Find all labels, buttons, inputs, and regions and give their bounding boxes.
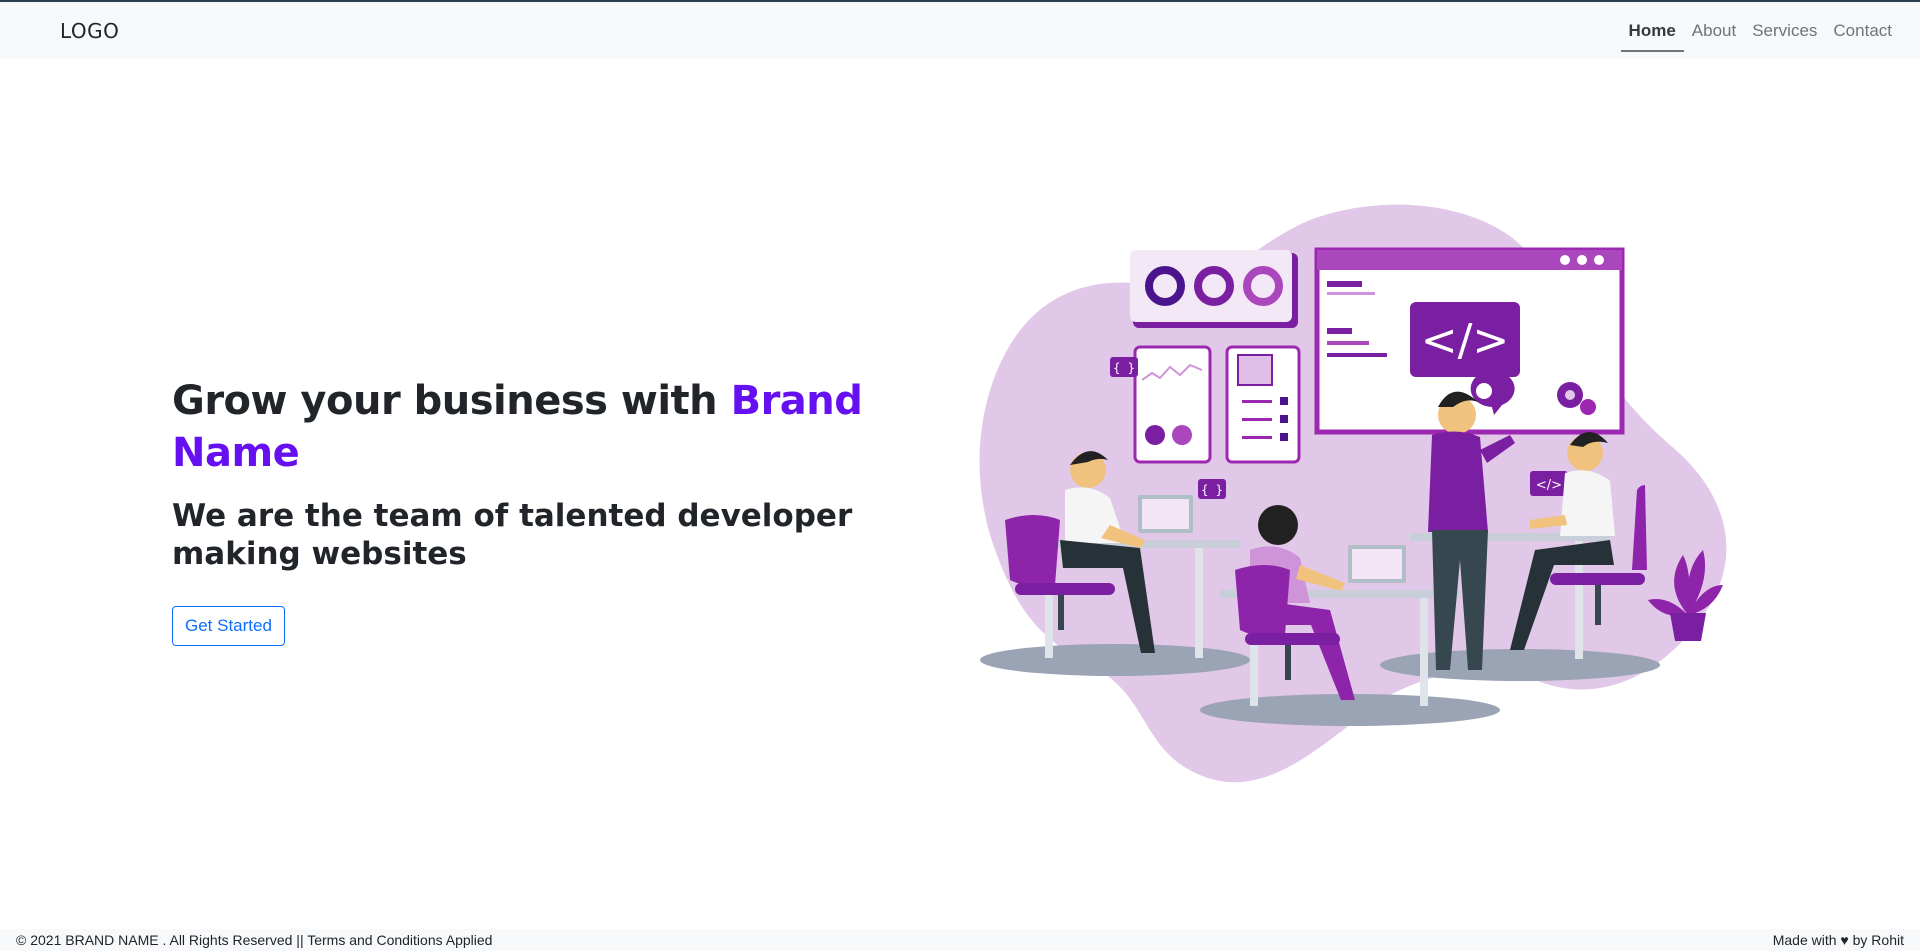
hero-title-prefix: Grow your business with: [172, 378, 731, 424]
person-middle-head: [1258, 505, 1298, 545]
svg-text:</>: </>: [1421, 315, 1510, 366]
svg-text:{ }: { }: [1113, 361, 1135, 375]
get-started-button[interactable]: Get Started: [172, 606, 285, 646]
footer: © 2021 BRAND NAME . All Rights Reserved …: [0, 929, 1920, 951]
logo[interactable]: LOGO: [60, 19, 119, 43]
nav-link-contact[interactable]: Contact: [1825, 2, 1900, 59]
hero-title: Grow your business with Brand Name: [172, 375, 912, 479]
hero-subtitle: We are the team of talented developer ma…: [172, 498, 853, 572]
floor-shadow-left: [980, 644, 1250, 676]
plant-pot: [1670, 613, 1706, 641]
navbar: LOGO Home About Services Contact: [0, 2, 1920, 59]
hero-section: Grow your business with Brand Name We ar…: [172, 375, 912, 646]
svg-text:{ }: { }: [1201, 483, 1223, 497]
nav-menu: Home About Services Contact: [1620, 2, 1900, 59]
analytics-card: [1133, 345, 1212, 464]
chair-left: [1005, 515, 1060, 587]
team-illustration: { } { } </> </>: [979, 204, 1727, 783]
footer-credit: Made with ♥ by Rohit: [1772, 932, 1904, 948]
chair-middle: [1235, 565, 1290, 637]
nav-link-about[interactable]: About: [1684, 2, 1744, 59]
nav-link-home[interactable]: Home: [1620, 2, 1685, 59]
footer-copyright: © 2021 BRAND NAME . All Rights Reserved …: [16, 932, 493, 948]
svg-text:</>: </>: [1536, 478, 1562, 493]
nav-link-services[interactable]: Services: [1744, 2, 1825, 59]
